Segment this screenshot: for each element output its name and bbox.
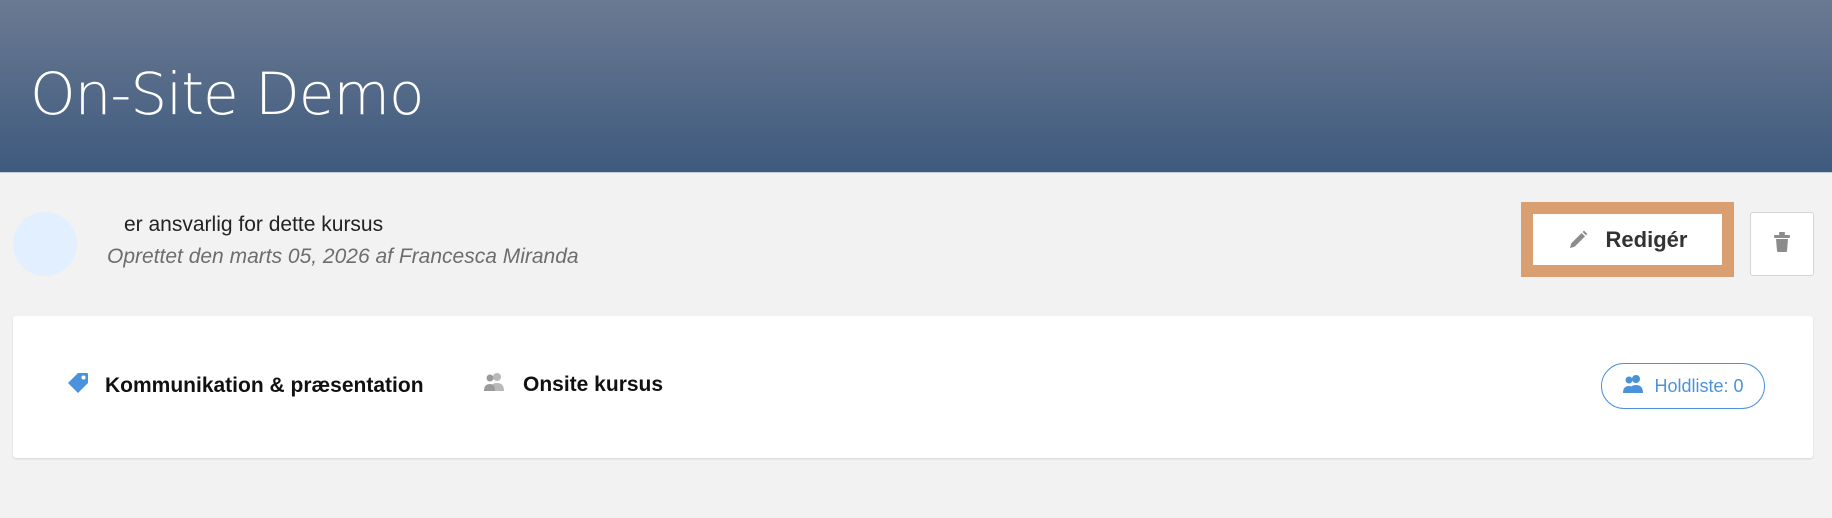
tag-icon	[67, 372, 89, 399]
delete-button[interactable]	[1750, 212, 1814, 276]
trash-icon	[1773, 231, 1791, 257]
course-type-label: Onsite kursus	[523, 372, 664, 396]
pencil-icon	[1568, 230, 1588, 250]
category-label: Kommunikation & præsentation	[105, 373, 424, 397]
edit-button-highlight: Redigér	[1521, 202, 1734, 277]
edit-button[interactable]: Redigér	[1533, 214, 1722, 265]
roster-button[interactable]: Holdliste: 0	[1601, 363, 1765, 409]
avatar	[13, 212, 77, 276]
roster-label: Holdliste: 0	[1654, 375, 1744, 396]
page-title: On-Site Demo	[30, 60, 424, 128]
course-category: Kommunikation & præsentation	[67, 372, 424, 399]
page-header: On-Site Demo	[0, 0, 1832, 173]
edit-button-label: Redigér	[1605, 226, 1688, 252]
created-info: Oprettet den marts 05, 2026 af Francesca…	[107, 245, 579, 268]
users-icon	[1622, 374, 1644, 399]
course-type: Onsite kursus	[483, 372, 663, 397]
course-details-card: Kommunikation & præsentation Onsite kurs…	[13, 316, 1813, 458]
responsible-text: er ansvarlig for dette kursus	[124, 213, 384, 236]
users-icon	[483, 372, 505, 397]
